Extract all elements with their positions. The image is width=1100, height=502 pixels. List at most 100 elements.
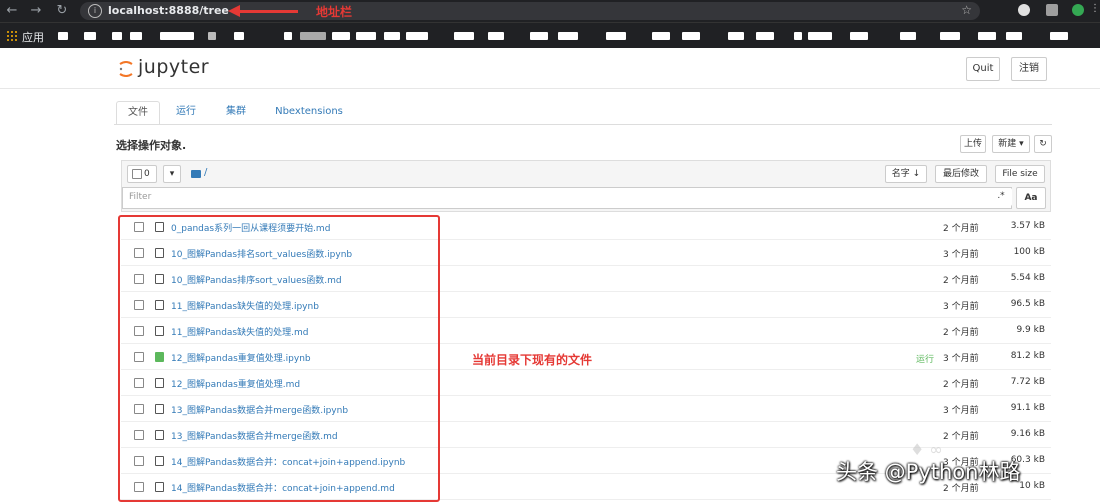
- modified-time: 2 个月前: [943, 224, 979, 234]
- url-text: localhost:8888/tree: [108, 4, 229, 17]
- sort-size-button[interactable]: File size: [995, 165, 1045, 183]
- bookmark-item[interactable]: [208, 32, 216, 40]
- modified-time: 2 个月前: [943, 328, 979, 338]
- file-size: 9.9 kB: [1016, 325, 1045, 335]
- forward-icon[interactable]: →: [28, 3, 44, 19]
- modified-time: 3 个月前: [943, 354, 979, 364]
- bookmark-item[interactable]: [1050, 32, 1068, 40]
- bookmark-item[interactable]: [488, 32, 504, 40]
- bookmark-item[interactable]: [84, 32, 96, 40]
- sort-modified-button[interactable]: 最后修改: [935, 165, 987, 183]
- bookmark-item[interactable]: [808, 32, 832, 40]
- tab-clusters[interactable]: 集群: [214, 101, 258, 125]
- jupyter-logo-icon: [119, 61, 133, 77]
- bookmark-item[interactable]: [160, 32, 194, 40]
- bookmark-item[interactable]: [606, 32, 626, 40]
- folder-icon[interactable]: [191, 170, 201, 178]
- modified-time: 2 个月前: [943, 380, 979, 390]
- bookmark-item[interactable]: [682, 32, 700, 40]
- file-size: 100 kB: [1013, 247, 1045, 257]
- highlight-box: [118, 215, 440, 502]
- regex-icon: .*: [997, 191, 1005, 201]
- bookmark-item[interactable]: [130, 32, 142, 40]
- case-toggle[interactable]: Aa: [1016, 187, 1046, 209]
- address-bar[interactable]: i localhost:8888/tree ☆: [80, 2, 980, 20]
- bookmark-item[interactable]: [300, 32, 326, 40]
- file-size: 9.16 kB: [1010, 429, 1045, 439]
- select-all-checkbox[interactable]: [132, 169, 142, 179]
- filter-input[interactable]: Filter: [122, 187, 1012, 209]
- info-icon[interactable]: i: [88, 4, 102, 18]
- bookmarks-bar: 应用: [0, 22, 1100, 48]
- quit-button[interactable]: Quit: [966, 57, 1000, 81]
- modified-time: 3 个月前: [943, 406, 979, 416]
- select-all-button[interactable]: 0: [127, 165, 157, 183]
- chevron-down-icon: ▾: [169, 169, 175, 179]
- refresh-icon: ↻: [1039, 139, 1047, 149]
- modified-time: 3 个月前: [943, 250, 979, 260]
- browser-toolbar: ← → ↻ i localhost:8888/tree ☆ ⋮: [0, 0, 1100, 22]
- jupyter-logo-text[interactable]: jupyter: [138, 56, 209, 78]
- extension-icon[interactable]: [1046, 4, 1058, 16]
- tab-running[interactable]: 运行: [166, 101, 206, 125]
- annotation-arrow-head: [228, 5, 240, 17]
- apps-icon[interactable]: [6, 30, 18, 42]
- file-size: 96.5 kB: [1010, 299, 1045, 309]
- file-size: 81.2 kB: [1010, 351, 1045, 361]
- modified-time: 2 个月前: [943, 276, 979, 286]
- modified-time: 3 个月前: [943, 302, 979, 312]
- bookmark-item[interactable]: [332, 32, 350, 40]
- bookmark-item[interactable]: [234, 32, 244, 40]
- bookmark-item[interactable]: [530, 32, 548, 40]
- apps-label[interactable]: 应用: [22, 29, 44, 45]
- bookmark-item[interactable]: [558, 32, 578, 40]
- bookmark-item[interactable]: [940, 32, 960, 40]
- tab-underline: [114, 124, 1052, 125]
- profile-icon[interactable]: [1018, 4, 1030, 16]
- upload-button[interactable]: 上传: [960, 135, 986, 153]
- new-dropdown-button[interactable]: 新建 ▾: [992, 135, 1030, 153]
- bookmark-item[interactable]: [58, 32, 68, 40]
- bookmark-item[interactable]: [652, 32, 670, 40]
- bookmark-item[interactable]: [728, 32, 744, 40]
- bookmark-item[interactable]: [794, 32, 802, 40]
- file-size: 7.72 kB: [1010, 377, 1045, 387]
- bookmark-item[interactable]: [900, 32, 916, 40]
- bookmark-item[interactable]: [1006, 32, 1022, 40]
- select-count: 0: [144, 169, 150, 179]
- bookmark-item[interactable]: [384, 32, 400, 40]
- modified-time: 2 个月前: [943, 432, 979, 442]
- sort-name-button[interactable]: 名字 ↓: [885, 165, 927, 183]
- selection-hint: 选择操作对象.: [116, 139, 187, 152]
- tab-nbextensions[interactable]: Nbextensions: [268, 101, 350, 125]
- back-icon[interactable]: ←: [4, 3, 20, 19]
- annotation-arrow: [238, 10, 298, 13]
- address-bar-annotation: 地址栏: [316, 5, 353, 19]
- files-annotation: 当前目录下现有的文件: [472, 353, 593, 367]
- header-divider: [0, 88, 1100, 89]
- bookmark-star-icon[interactable]: ☆: [961, 3, 972, 17]
- select-dropdown-button[interactable]: ▾: [163, 165, 181, 183]
- bookmark-item[interactable]: [406, 32, 428, 40]
- file-size: 10 kB: [1019, 481, 1045, 491]
- refresh-button[interactable]: ↻: [1034, 135, 1052, 153]
- file-size: 3.57 kB: [1010, 221, 1045, 231]
- reload-icon[interactable]: ↻: [54, 3, 70, 19]
- bookmark-item[interactable]: [284, 32, 292, 40]
- bookmark-item[interactable]: [978, 32, 996, 40]
- bookmark-item[interactable]: [356, 32, 376, 40]
- running-status: 运行: [916, 355, 935, 365]
- bookmark-item[interactable]: [850, 32, 868, 40]
- logout-button[interactable]: 注销: [1011, 57, 1047, 81]
- bookmark-item[interactable]: [454, 32, 474, 40]
- breadcrumb[interactable]: /: [204, 167, 207, 178]
- grammarly-icon[interactable]: [1072, 4, 1084, 16]
- bookmark-item[interactable]: [756, 32, 774, 40]
- bookmark-item[interactable]: [112, 32, 122, 40]
- regex-toggle[interactable]: .*: [990, 188, 1012, 206]
- file-size: 5.54 kB: [1010, 273, 1045, 283]
- watermark: 头条 @Python林路: [836, 460, 1021, 484]
- menu-icon[interactable]: ⋮: [1090, 4, 1100, 16]
- file-size: 91.1 kB: [1010, 403, 1045, 413]
- tab-files[interactable]: 文件: [116, 101, 160, 125]
